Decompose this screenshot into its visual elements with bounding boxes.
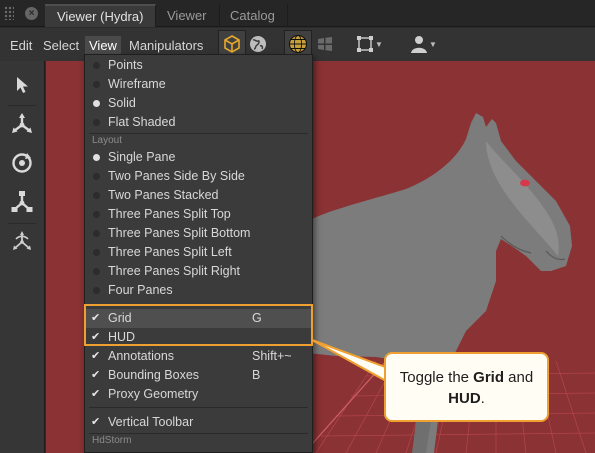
windows-icon[interactable] xyxy=(311,30,339,58)
callout-text-grid: Grid xyxy=(473,369,505,386)
menu-item-label: Annotations xyxy=(108,349,175,363)
menu-item-wireframe[interactable]: Wireframe xyxy=(85,75,312,94)
menu-item-label: Three Panes Split Top xyxy=(108,207,231,221)
callout-seam xyxy=(386,368,392,384)
menu-item-points[interactable]: Points xyxy=(85,56,312,75)
tab-viewer[interactable]: Viewer xyxy=(155,4,220,27)
menu-item-label: Points xyxy=(108,58,143,72)
radio-indicator xyxy=(93,249,100,256)
section-header-layout: Layout xyxy=(92,135,123,146)
translate-icon[interactable] xyxy=(6,108,38,140)
menu-item-label: Two Panes Side By Side xyxy=(108,169,245,183)
menu-item-label: Three Panes Split Left xyxy=(108,245,232,259)
menu-item-label: Single Pane xyxy=(108,150,176,164)
menu-item-four-panes[interactable]: Four Panes xyxy=(85,281,312,300)
menu-item-label: Solid xyxy=(108,96,136,110)
transform-box-icon[interactable]: ▼ xyxy=(350,30,388,58)
vertical-toolbar xyxy=(0,61,45,453)
menu-item-vertical-toolbar[interactable]: ✔ Vertical Toolbar xyxy=(85,413,312,432)
callout-text-prefix: Toggle the xyxy=(399,369,474,386)
panel-tab-bar: × Viewer (Hydra) Viewer Catalog xyxy=(0,0,595,27)
callout-text-middle: and xyxy=(504,369,534,386)
radio-indicator xyxy=(93,230,100,237)
radio-indicator-selected xyxy=(93,154,100,161)
radio-indicator xyxy=(93,268,100,275)
radio-indicator xyxy=(93,211,100,218)
menu-item-flat-shaded[interactable]: Flat Shaded xyxy=(85,113,312,132)
tab-label: Viewer (Hydra) xyxy=(57,9,144,24)
menu-manipulators[interactable]: Manipulators xyxy=(125,36,207,55)
view-menu-dropdown: Points Wireframe Solid Flat Shaded Layou… xyxy=(84,54,313,453)
chevron-down-icon: ▼ xyxy=(429,39,437,49)
menu-item-three-panes-split-right[interactable]: Three Panes Split Right xyxy=(85,262,312,281)
menu-item-annotations[interactable]: ✔ Annotations Shift+~ xyxy=(85,347,312,366)
menu-item-three-panes-split-left[interactable]: Three Panes Split Left xyxy=(85,243,312,262)
menu-item-two-panes-stacked[interactable]: Two Panes Stacked xyxy=(85,186,312,205)
tab-label: Viewer xyxy=(167,8,207,23)
callout-text-hud: HUD xyxy=(448,390,481,407)
user-icon[interactable]: ▼ xyxy=(404,30,442,58)
toolbar-divider xyxy=(8,105,36,106)
checkmark-icon: ✔ xyxy=(91,350,101,362)
panel-grip-handle[interactable] xyxy=(4,6,14,20)
menu-item-label: Three Panes Split Bottom xyxy=(108,226,251,240)
menu-item-single-pane[interactable]: Single Pane xyxy=(85,148,312,167)
menu-item-three-panes-split-bottom[interactable]: Three Panes Split Bottom xyxy=(85,224,312,243)
menu-item-label: Flat Shaded xyxy=(108,115,176,129)
menu-item-label: Vertical Toolbar xyxy=(108,415,194,429)
menu-item-three-panes-split-top[interactable]: Three Panes Split Top xyxy=(85,205,312,224)
menu-item-label: Three Panes Split Right xyxy=(108,264,241,278)
radio-indicator-selected xyxy=(93,100,100,107)
horse-eye xyxy=(520,179,530,187)
chevron-down-icon: ▼ xyxy=(375,39,383,49)
menu-item-label: Two Panes Stacked xyxy=(108,188,219,202)
select-arrow-icon[interactable] xyxy=(6,69,38,101)
menu-item-bounding-boxes[interactable]: ✔ Bounding Boxes B xyxy=(85,366,312,385)
tab-label: Catalog xyxy=(230,8,275,23)
radio-indicator xyxy=(93,192,100,199)
tab-catalog[interactable]: Catalog xyxy=(218,4,288,27)
menu-item-shortcut: B xyxy=(252,368,261,382)
tab-viewer-hydra[interactable]: Viewer (Hydra) xyxy=(45,4,157,27)
radio-indicator xyxy=(93,62,100,69)
rotate-icon[interactable] xyxy=(6,147,38,179)
menu-item-two-panes-side-by-side[interactable]: Two Panes Side By Side xyxy=(85,167,312,186)
menu-item-label: Four Panes xyxy=(108,283,173,297)
radio-indicator xyxy=(93,81,100,88)
menu-item-proxy-geometry[interactable]: ✔ Proxy Geometry xyxy=(85,385,312,404)
menu-separator xyxy=(89,407,308,408)
pivot-icon[interactable] xyxy=(6,226,38,258)
menu-item-partial[interactable] xyxy=(85,448,312,452)
menu-item-label: Proxy Geometry xyxy=(108,387,199,401)
menu-view[interactable]: View xyxy=(85,36,121,55)
menu-item-solid[interactable]: Solid xyxy=(85,94,312,113)
radio-indicator xyxy=(93,287,100,294)
menu-select[interactable]: Select xyxy=(39,36,83,55)
section-header-hdstorm: HdStorm xyxy=(92,435,132,446)
menu-edit[interactable]: Edit xyxy=(6,36,36,55)
callout-box: Toggle the Grid and HUD. xyxy=(384,352,549,422)
menu-item-shortcut: Shift+~ xyxy=(252,349,292,363)
checkmark-icon: ✔ xyxy=(91,416,101,428)
menu-item-label: Wireframe xyxy=(108,77,166,91)
highlight-frame xyxy=(84,304,313,346)
close-icon[interactable]: × xyxy=(25,7,38,20)
checkmark-icon: ✔ xyxy=(91,369,101,381)
callout-text-suffix: . xyxy=(480,390,485,407)
radio-indicator xyxy=(93,173,100,180)
radio-indicator xyxy=(93,119,100,126)
toolbar-divider xyxy=(8,223,36,224)
scale-icon[interactable] xyxy=(6,186,38,218)
menu-item-label: Bounding Boxes xyxy=(108,368,200,382)
checkmark-icon: ✔ xyxy=(91,388,101,400)
